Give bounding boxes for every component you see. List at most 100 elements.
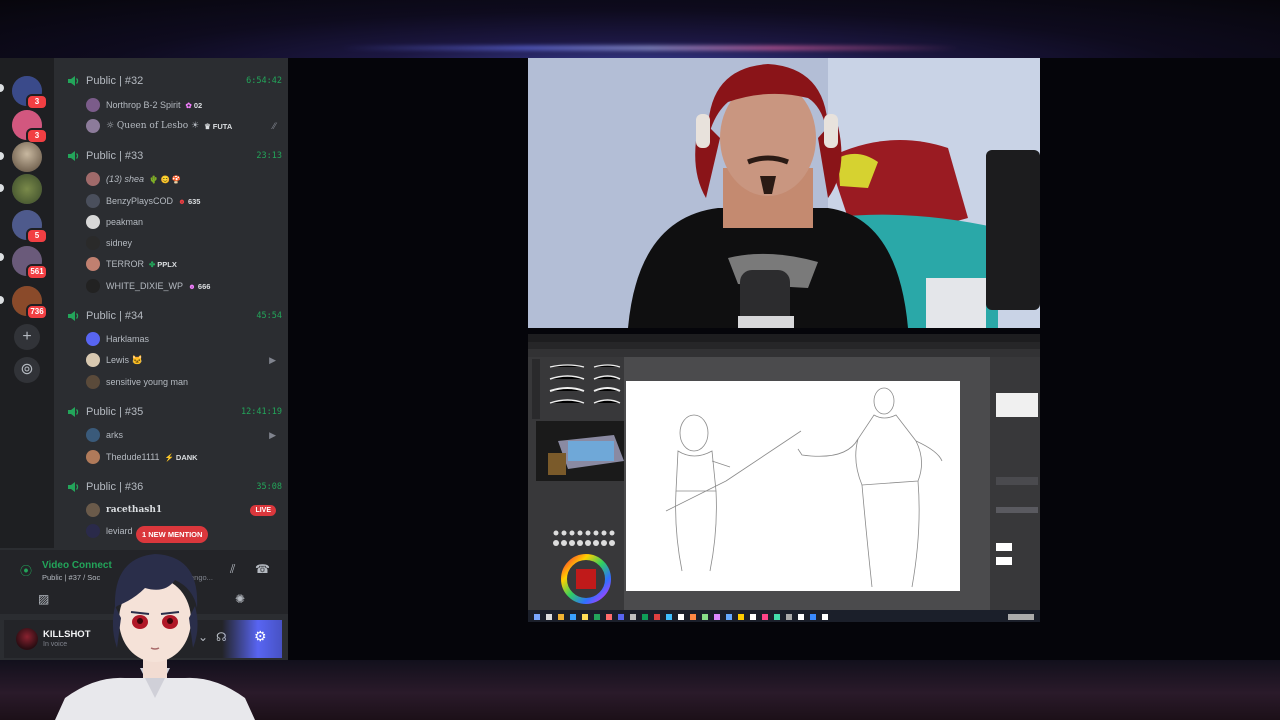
server-icon-landscape[interactable]: [12, 174, 42, 204]
voice-channel-34[interactable]: Public | #34 45:54: [66, 307, 282, 325]
avatar: [86, 119, 100, 133]
avatar: [86, 215, 100, 229]
avatar: [86, 98, 100, 112]
avatar[interactable]: [16, 628, 38, 650]
user-name: Northrop B-2 Spirit: [106, 100, 181, 110]
plus-icon: +: [22, 328, 32, 345]
tag-icon: ☻: [178, 196, 186, 206]
channel-timer: 6:54:42: [246, 76, 282, 86]
voice-user[interactable]: (13) shea 🌵 😊 🍄: [86, 170, 276, 188]
drawing-canvas[interactable]: [626, 381, 960, 591]
server-selected-indicator: [0, 84, 4, 92]
avatar: [86, 450, 100, 464]
server-unread-indicator: [0, 253, 4, 261]
vtuber-avatar: [55, 554, 255, 720]
drawing-canvas-area[interactable]: [624, 357, 990, 612]
channel-name: Public | #36: [86, 481, 144, 493]
avatar: [86, 353, 100, 367]
compass-icon: ⊚: [20, 361, 34, 378]
webcam-feed: [528, 58, 1040, 328]
app-menubar: [528, 342, 1040, 349]
avatar: [86, 332, 100, 346]
server-icon-pink[interactable]: 3: [12, 110, 48, 144]
brush-panel: [528, 357, 650, 612]
deafened-icon: ⁄⁄: [272, 121, 276, 131]
avatar: [86, 503, 100, 517]
user-name: racethash1: [106, 505, 163, 515]
avatar: [86, 257, 100, 271]
channel-timer: 23:13: [256, 151, 282, 161]
voice-user[interactable]: BenzyPlaysCOD ☻ 635: [86, 192, 276, 210]
voice-channel-32[interactable]: Public | #32 6:54:42: [66, 72, 282, 90]
server-mention-badge: 736: [26, 304, 48, 320]
user-name: sensitive young man: [106, 377, 189, 387]
tag-icon: ⚡: [164, 452, 174, 462]
disconnect-icon[interactable]: ☎: [255, 562, 270, 576]
voice-user[interactable]: arks ▶: [86, 426, 276, 444]
signal-icon[interactable]: ⦿: [20, 562, 32, 579]
voice-user[interactable]: Northrop B-2 Spirit ✿ 02: [86, 96, 276, 114]
tag-text: 02: [193, 100, 203, 110]
speaker-icon: [68, 76, 79, 86]
voice-user[interactable]: Harklamas: [86, 330, 276, 348]
voice-user[interactable]: WHITE_DIXIE_WP ☻ 666: [86, 277, 276, 295]
user-tag: 🌵 😊 🍄: [149, 174, 182, 184]
voice-user[interactable]: ☼ Queen of Lesbo ☀ ♛ FUTA ⁄⁄: [86, 117, 276, 135]
layers-panel: [990, 357, 1040, 612]
server-folder-b[interactable]: 561: [12, 246, 48, 280]
user-name: Harklamas: [106, 334, 150, 344]
user-name: ☼ Queen of Lesbo ☀: [106, 121, 200, 131]
user-tag: ☻ 635: [178, 197, 200, 206]
channel-timer: 35:08: [256, 482, 282, 492]
server-folder-a[interactable]: 5: [12, 210, 48, 244]
voice-user[interactable]: sidney: [86, 234, 276, 252]
user-tag: ✤ PPLX: [149, 260, 177, 269]
voice-channel-36[interactable]: Public | #36 35:08: [66, 478, 282, 496]
live-badge: LIVE: [250, 504, 276, 516]
avatar: [86, 375, 100, 389]
avatar: [86, 172, 100, 186]
voice-user[interactable]: racethash1 LIVE: [86, 501, 276, 519]
channel-name: Public | #32: [86, 75, 144, 87]
tag-icon: ✤: [149, 259, 156, 269]
sketch-drawing: [665, 387, 943, 588]
brush-panel-art: [532, 359, 650, 604]
video-camera-icon: ▶: [269, 429, 276, 440]
server-mention-badge: 5: [26, 228, 48, 244]
speaker-icon: [68, 311, 79, 321]
tag-text: 635: [187, 196, 201, 206]
new-mention-pill[interactable]: 1 NEW MENTION: [136, 526, 209, 543]
drawing-app-capture: [528, 334, 1040, 622]
server-unread-indicator: [0, 296, 4, 304]
avatar: [86, 524, 100, 538]
voice-user[interactable]: Thedude1111 ⚡ DANK: [86, 448, 276, 466]
avatar: [86, 279, 100, 293]
voice-user[interactable]: Lewis 🐱 ▶: [86, 351, 276, 369]
explore-servers-button[interactable]: ⊚: [14, 357, 40, 383]
server-icon-portrait[interactable]: [12, 142, 42, 172]
video-camera-icon: ▶: [269, 354, 276, 365]
voice-channel-33[interactable]: Public | #33 23:13: [66, 147, 282, 165]
camera-off-icon[interactable]: ▨: [38, 592, 49, 606]
avatar: [86, 194, 100, 208]
voice-user[interactable]: peakman: [86, 213, 276, 231]
voice-user[interactable]: sensitive young man: [86, 373, 276, 391]
voice-channel-35[interactable]: Public | #35 12:41:19: [66, 403, 282, 421]
tag-text: DANK: [175, 452, 198, 462]
server-mention-badge: 561: [26, 264, 48, 280]
voice-user[interactable]: TERROR ✤ PPLX: [86, 255, 276, 273]
user-name: Lewis 🐱: [106, 354, 143, 365]
user-name: WHITE_DIXIE_WP: [106, 281, 184, 291]
user-tag: ☻ 666: [188, 282, 210, 291]
user-tag: ♛ FUTA: [204, 122, 232, 131]
user-name: sidney: [106, 238, 133, 248]
add-server-button[interactable]: +: [14, 324, 40, 350]
server-icon-socialite[interactable]: 3: [12, 76, 48, 110]
speaker-icon: [68, 407, 79, 417]
server-folder-c[interactable]: 736: [12, 286, 48, 320]
app-toolbar: [528, 349, 1040, 357]
gear-icon[interactable]: ⚙: [254, 628, 267, 645]
overlay-top-banner: [0, 0, 1280, 58]
tag-icon: ✿: [185, 100, 192, 110]
tag-icon: ♛: [204, 121, 211, 131]
